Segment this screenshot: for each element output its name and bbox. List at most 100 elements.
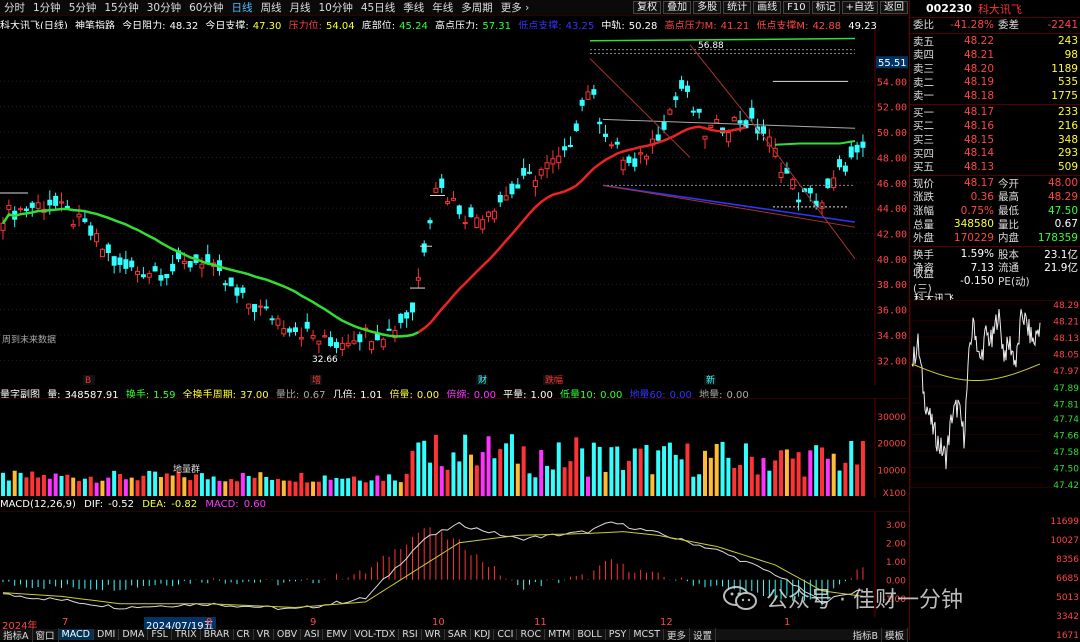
candle[interactable] <box>860 141 866 148</box>
timeframe-tab[interactable]: 更多 › <box>497 0 534 15</box>
candle[interactable] <box>269 318 275 321</box>
indicator-tab[interactable]: TRIX <box>172 629 201 640</box>
candle[interactable] <box>47 199 53 206</box>
ask-row[interactable]: 卖四 48.21 98 <box>910 48 1080 62</box>
candle[interactable] <box>684 85 690 92</box>
indicator-tab[interactable]: OBV <box>274 629 302 640</box>
candle[interactable] <box>410 302 415 313</box>
candle[interactable] <box>761 126 766 134</box>
candle[interactable] <box>357 334 363 343</box>
bid-row[interactable]: 买三 48.15 348 <box>910 133 1080 147</box>
candle[interactable] <box>427 220 433 224</box>
indicator-tab[interactable]: VOL-TDX <box>351 629 400 640</box>
candle[interactable] <box>293 327 298 332</box>
indicator-tab[interactable]: 指标B <box>849 627 882 642</box>
candle[interactable] <box>70 223 76 227</box>
candle[interactable] <box>731 116 737 122</box>
candle[interactable] <box>644 155 649 160</box>
candle[interactable] <box>240 287 246 293</box>
candle[interactable] <box>105 244 111 254</box>
candle[interactable] <box>322 335 328 338</box>
indicator-tab[interactable]: 设置 <box>690 627 717 642</box>
timeframe-tab[interactable]: 年线 <box>428 0 457 15</box>
candle[interactable] <box>807 187 813 194</box>
candle[interactable] <box>544 162 550 170</box>
candle[interactable] <box>825 178 831 188</box>
indicator-tab[interactable]: PSY <box>606 629 631 640</box>
candle[interactable] <box>562 146 568 151</box>
candle[interactable] <box>527 171 532 174</box>
indicator-tab[interactable]: CR <box>234 629 254 640</box>
candle[interactable] <box>573 123 579 131</box>
candle[interactable] <box>287 328 293 333</box>
candle[interactable] <box>474 217 480 228</box>
candle[interactable] <box>275 318 281 326</box>
bid-row[interactable]: 买五 48.13 509 <box>910 160 1080 174</box>
candle[interactable] <box>351 340 357 344</box>
candle[interactable] <box>702 135 708 140</box>
toolbar-button[interactable]: +自选 <box>841 1 878 14</box>
toolbar-button[interactable]: 多股 <box>693 1 722 14</box>
toolbar-button[interactable]: 叠加 <box>663 1 692 14</box>
candle[interactable] <box>819 202 825 209</box>
bid-row[interactable]: 买四 48.14 293 <box>910 146 1080 160</box>
indicator-tab[interactable]: ASI <box>301 629 324 640</box>
candle[interactable] <box>790 178 796 190</box>
candle[interactable] <box>579 99 585 106</box>
candle[interactable] <box>222 283 228 286</box>
candle[interactable] <box>796 199 802 203</box>
candle[interactable] <box>433 187 439 193</box>
candle[interactable] <box>468 207 474 218</box>
event-marker[interactable]: 新 <box>706 374 715 385</box>
candle[interactable] <box>725 131 731 143</box>
candle[interactable] <box>620 159 626 171</box>
indicator-tab[interactable]: CCI <box>494 629 518 640</box>
candle[interactable] <box>29 202 35 208</box>
indicator-tab[interactable]: SAR <box>445 629 471 640</box>
indicator-tab[interactable]: WR <box>422 629 445 640</box>
candle[interactable] <box>164 273 170 279</box>
candle[interactable] <box>398 313 404 323</box>
candle[interactable] <box>316 340 322 345</box>
candle[interactable] <box>257 305 263 308</box>
candle[interactable] <box>597 121 603 125</box>
candle[interactable] <box>123 259 129 269</box>
timeframe-tab[interactable]: 5分钟 <box>65 0 101 15</box>
ask-row[interactable]: 卖五 48.22 243 <box>910 35 1080 49</box>
candle[interactable] <box>749 107 755 119</box>
indicator-tab[interactable]: 更多 <box>664 627 691 642</box>
candle[interactable] <box>99 248 105 258</box>
candle[interactable] <box>158 275 164 281</box>
volume-chart[interactable]: 30000 20000 10000 X100 地量群 <box>0 398 908 498</box>
candle[interactable] <box>690 110 696 113</box>
bid-row[interactable]: 买二 48.16 216 <box>910 119 1080 133</box>
indicator-tab[interactable]: BRAR <box>201 629 234 640</box>
timeframe-tab[interactable]: 60分钟 <box>185 0 227 15</box>
candle[interactable] <box>415 277 421 281</box>
candle[interactable] <box>614 141 620 145</box>
candle[interactable] <box>532 180 538 187</box>
candle[interactable] <box>515 184 521 189</box>
candlestick-chart[interactable]: 54.00 52.00 50.00 48.00 46.00 44.00 42.00 40.00… <box>0 29 908 385</box>
indicator-tab[interactable]: FSL <box>148 629 172 640</box>
candle[interactable] <box>35 202 41 209</box>
candle[interactable] <box>59 201 64 204</box>
timeframe-tab[interactable]: 分时 <box>0 0 29 15</box>
candle[interactable] <box>661 121 667 130</box>
candle[interactable] <box>328 337 334 347</box>
candle[interactable] <box>117 257 123 265</box>
indicator-tab[interactable]: MCST <box>630 629 665 640</box>
indicator-tab[interactable]: EMV <box>323 629 352 640</box>
candle[interactable] <box>737 120 743 124</box>
ask-row[interactable]: 卖三 48.20 1189 <box>910 62 1080 76</box>
timeframe-tab[interactable]: 周线 <box>257 0 286 15</box>
candle[interactable] <box>199 263 205 269</box>
candle[interactable] <box>135 270 141 275</box>
candle[interactable] <box>626 156 632 164</box>
candle[interactable] <box>848 146 854 158</box>
candle[interactable] <box>567 144 573 147</box>
candle[interactable] <box>854 144 860 153</box>
candle[interactable] <box>404 312 410 319</box>
candle[interactable] <box>228 277 234 287</box>
candle[interactable] <box>462 222 468 225</box>
